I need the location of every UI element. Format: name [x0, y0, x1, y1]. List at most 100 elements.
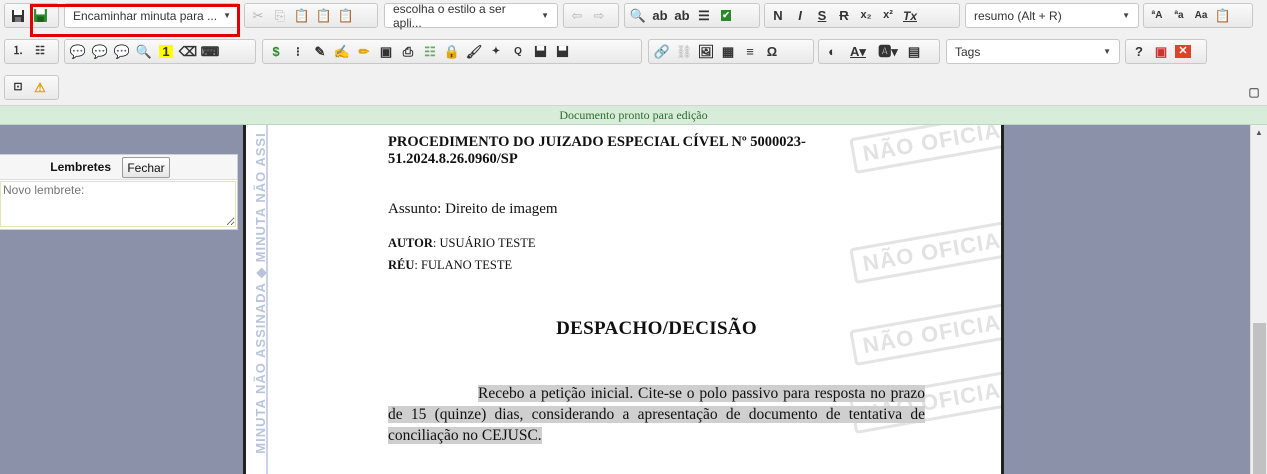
spellcheck-icon[interactable]: ✔ — [715, 5, 737, 26]
new-reminder-input[interactable] — [0, 181, 236, 227]
special-char-button[interactable]: Ω — [761, 41, 783, 62]
background-color-button[interactable]: 🅰▾ — [873, 41, 903, 62]
forward-draft-select[interactable]: Encaminhar minuta para ... ▼ — [64, 3, 240, 28]
cut-icon[interactable]: ✂ — [247, 5, 269, 26]
chevron-down-icon: ▼ — [541, 11, 549, 20]
scrollbar-thumb[interactable] — [1253, 323, 1266, 474]
defendant-value: : FULANO TESTE — [414, 258, 513, 272]
underline-button[interactable]: S — [811, 5, 833, 26]
tools-group: $ ⁝ ✎ ✍ ✏ ▣ ⎙ ☷ 🔒 🖌 ✦ Q — [262, 39, 642, 64]
watermark: NÃO OFICIAL — [849, 217, 1001, 285]
save-icon[interactable] — [7, 5, 29, 26]
warning-icon[interactable]: ⚠ — [29, 77, 51, 98]
find-icon[interactable]: 🔍 — [627, 5, 649, 26]
contrast-icon[interactable]: ◐ — [821, 41, 843, 62]
find-group: 🔍 ab ab ☰ ✔ — [624, 3, 760, 28]
replace-icon[interactable]: ab — [649, 5, 671, 26]
horizontal-rule-icon[interactable]: ≡ — [739, 41, 761, 62]
toolbar-row-2: ⒈ ☷ 💬 💬 💬 🔍 1 ⌫ ⌨ $ ⁝ ✎ ✍ ✏ ▣ ⎙ ☷ 🔒 🖌 ✦ … — [0, 36, 1267, 66]
columns-icon[interactable]: ⁝ — [287, 41, 309, 62]
shrink-font-button[interactable]: ªa — [1168, 5, 1190, 26]
page-icon[interactable]: ▣ — [375, 41, 397, 62]
margin-strip: MINUTA NÃO ASSINADA ◆ MINUTA NÃO ASSI — [246, 125, 268, 474]
pencil-icon[interactable]: ✏ — [353, 41, 375, 62]
paste-text-icon[interactable]: 📋 — [313, 5, 335, 26]
change-case-button[interactable]: Aa — [1190, 5, 1212, 26]
bold-button[interactable]: N — [767, 5, 789, 26]
preview-icon[interactable]: ▤ — [903, 41, 925, 62]
forward-draft-select-label: Encaminhar minuta para ... — [73, 8, 218, 23]
undo-icon[interactable]: ⇦ — [566, 5, 588, 26]
highlight-one-button[interactable]: 1 — [155, 41, 177, 62]
save-template-icon[interactable] — [529, 41, 551, 62]
search-icon[interactable]: 🔍 — [133, 41, 155, 62]
source-icon[interactable]: ⊡ — [7, 77, 29, 98]
status-bar: Documento pronto para edição — [0, 106, 1267, 125]
edit-icon[interactable]: ✎ — [309, 41, 331, 62]
lock-icon[interactable]: 🔒 — [441, 41, 463, 62]
eraser-icon[interactable]: ⌫ — [177, 41, 199, 62]
subscript-button[interactable]: x₂ — [855, 5, 877, 26]
comment-add-icon[interactable]: 💬 — [89, 41, 111, 62]
image-icon[interactable]: 🖼 — [695, 41, 717, 62]
author-value: : USUÁRIO TESTE — [432, 236, 536, 250]
clear-format-button[interactable]: Tx — [899, 5, 921, 26]
table-icon[interactable]: ▦ — [717, 41, 739, 62]
paste-icon[interactable]: 📋 — [291, 5, 313, 26]
paint-icon[interactable]: ✦ — [485, 41, 507, 62]
print-icon[interactable]: ⎙ — [397, 41, 419, 62]
redo-icon[interactable]: ⇨ — [588, 5, 610, 26]
chevron-down-icon: ▼ — [223, 11, 231, 20]
document-page[interactable]: MINUTA NÃO ASSINADA ◆ MINUTA NÃO ASSI NÃ… — [243, 125, 1004, 474]
comment-edit-icon[interactable]: 💬 — [111, 41, 133, 62]
save-red-icon[interactable]: ▣ — [1150, 41, 1172, 62]
brush-icon[interactable]: 🖌 — [463, 41, 485, 62]
unsigned-draft-label: MINUTA NÃO ASSINADA ◆ MINUTA NÃO ASSI — [253, 132, 268, 454]
selected-text: Recebo a petição inicial. Cite-se o polo… — [388, 385, 925, 444]
defendant-label: RÉU — [388, 258, 415, 272]
procedure-heading: PROCEDIMENTO DO JUIZADO ESPECIAL CÍVEL N… — [388, 134, 806, 167]
grow-font-button[interactable]: ªA — [1146, 5, 1168, 26]
chevron-down-icon: ▼ — [1103, 47, 1111, 56]
keyboard-icon[interactable]: ⌨ — [199, 41, 221, 62]
quick-text-icon[interactable]: Q — [507, 41, 529, 62]
highlight-pen-icon[interactable]: ✍ — [331, 41, 353, 62]
close-reminders-button[interactable]: Fechar — [122, 157, 170, 178]
replace-all-icon[interactable]: ab — [671, 5, 693, 26]
bullet-list-icon[interactable]: ☷ — [29, 41, 51, 62]
vertical-scrollbar[interactable]: ▲ — [1250, 125, 1267, 474]
style-select-label: escolha o estilo a ser apli... — [393, 1, 506, 30]
text-color-button[interactable]: A▾ — [843, 41, 873, 62]
paste-word-icon[interactable]: 📋 — [335, 5, 357, 26]
resize-icon[interactable]: ▢ — [1243, 81, 1265, 102]
style-select[interactable]: escolha o estilo a ser apli... ▼ — [384, 1, 558, 30]
link-icon[interactable]: 🔗 — [651, 41, 673, 62]
dollar-button[interactable]: $ — [265, 41, 287, 62]
close-icon[interactable]: ✕ — [1172, 41, 1194, 62]
decision-body[interactable]: Recebo a petição inicial. Cite-se o polo… — [388, 383, 925, 446]
save-group — [4, 3, 59, 28]
insert-objects-group: 🔗 ⛓ 🖼 ▦ ≡ Ω — [648, 39, 814, 64]
toolbar-row-3: ⊡ ⚠ ▢ — [0, 72, 1267, 102]
strikethrough-button[interactable]: R — [833, 5, 855, 26]
defendant-line: RÉU: FULANO TESTE — [388, 258, 925, 273]
copy-icon[interactable]: ⎘ — [269, 5, 291, 26]
tags-select[interactable]: Tags ▼ — [946, 39, 1120, 64]
paste-format-icon[interactable]: 📋 — [1212, 5, 1234, 26]
italic-button[interactable]: I — [789, 5, 811, 26]
comment-icon[interactable]: 💬 — [67, 41, 89, 62]
save-template-as-icon[interactable] — [551, 41, 573, 62]
select-all-icon[interactable]: ☰ — [693, 5, 715, 26]
save-green-icon[interactable] — [29, 5, 51, 26]
author-line: AUTOR: USUÁRIO TESTE — [388, 236, 925, 251]
scroll-up-icon[interactable]: ▲ — [1255, 128, 1263, 137]
help-button[interactable]: ? — [1128, 41, 1150, 62]
unlink-icon[interactable]: ⛓ — [673, 41, 695, 62]
decision-title: DESPACHO/DECISÃO — [556, 318, 757, 339]
help-group: ? ▣ ✕ — [1125, 39, 1207, 64]
table-list-icon[interactable]: ☷ — [419, 41, 441, 62]
undo-redo-group: ⇦ ⇨ — [563, 3, 619, 28]
superscript-button[interactable]: x² — [877, 5, 899, 26]
numbered-list-icon[interactable]: ⒈ — [7, 41, 29, 62]
summary-select[interactable]: resumo (Alt + R) ▼ — [965, 3, 1139, 28]
